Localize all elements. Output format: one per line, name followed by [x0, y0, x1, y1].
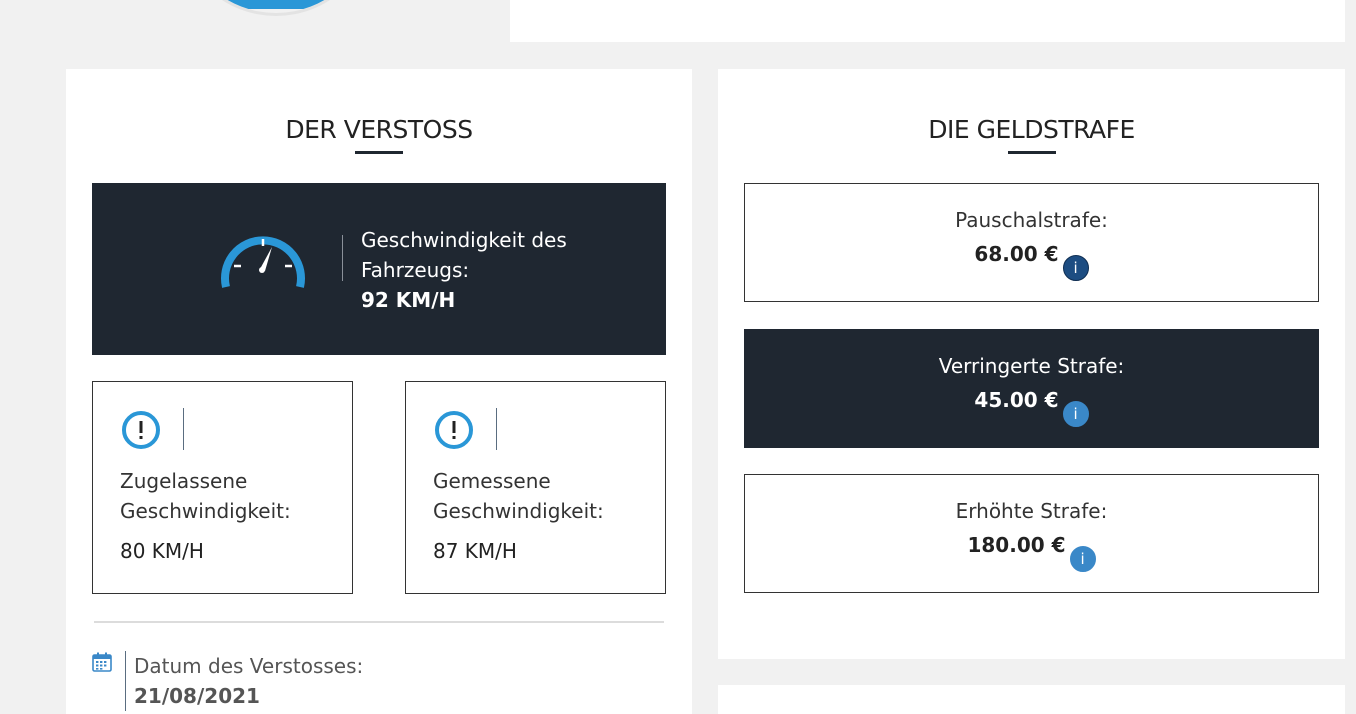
info-icon[interactable]: i — [1069, 546, 1096, 572]
speedometer-icon — [221, 236, 305, 288]
box-divider — [183, 408, 184, 450]
reduced-fine-value-row: 45.00 €i — [745, 388, 1318, 427]
vehicle-speed-value: 92 KM/H — [361, 288, 456, 312]
allowed-speed-value: 80 KM/H — [120, 539, 204, 563]
violation-title: DER VERSTOSS — [285, 115, 473, 144]
reduced-fine-label: Verringerte Strafe: — [938, 354, 1125, 378]
violation-title-underline — [355, 151, 403, 154]
measured-speed-label-1: Gemessene — [433, 469, 551, 493]
reduced-fine-value: 45.00 € — [974, 388, 1059, 412]
calendar-icon — [92, 652, 112, 672]
measured-speed-value: 87 KM/H — [433, 539, 517, 563]
next-card-partial — [718, 685, 1345, 714]
box-divider — [496, 408, 497, 450]
violation-date-label: Datum des Verstosses: — [134, 654, 364, 678]
info-icon[interactable]: i — [1062, 255, 1089, 281]
fine-title-underline — [1007, 151, 1056, 154]
allowed-speed-label: Zugelassene Geschwindigkeit: — [120, 466, 291, 526]
increased-fine-value: 180.00 € — [967, 533, 1066, 557]
increased-fine-value-row: 180.00 €i — [745, 533, 1318, 572]
vehicle-speed-label-2: Fahrzeugs: — [361, 258, 470, 282]
flat-fine-value: 68.00 € — [974, 242, 1059, 266]
fine-card: DIE GELDSTRAFE Pauschalstrafe: 68.00 €i … — [718, 69, 1345, 659]
measured-speed-label-2: Geschwindigkeit: — [433, 499, 604, 523]
exclamation-circle-icon — [122, 411, 160, 449]
measured-speed-label: Gemessene Geschwindigkeit: — [433, 466, 604, 526]
flat-fine-box: Pauschalstrafe: 68.00 €i — [744, 183, 1319, 302]
violation-date-value: 21/08/2021 — [134, 684, 260, 708]
vehicle-speed-text: Geschwindigkeit des Fahrzeugs: 92 KM/H — [361, 225, 567, 315]
date-divider — [125, 651, 126, 711]
flat-fine-label: Pauschalstrafe: — [955, 208, 1108, 232]
section-divider — [94, 621, 664, 623]
logo-partial — [182, 0, 370, 16]
flat-fine-value-row: 68.00 €i — [745, 242, 1318, 281]
allowed-speed-label-1: Zugelassene — [120, 469, 248, 493]
vehicle-speed-label-1: Geschwindigkeit des — [361, 228, 567, 252]
fine-title: DIE GELDSTRAFE — [928, 115, 1135, 144]
violation-card: DER VERSTOSS Geschwindigkeit des Fahrzeu… — [66, 69, 692, 714]
vehicle-speed-banner: Geschwindigkeit des Fahrzeugs: 92 KM/H — [92, 183, 666, 355]
top-right-card — [510, 0, 1345, 42]
increased-fine-label: Erhöhte Strafe: — [955, 499, 1108, 523]
measured-speed-box: Gemessene Geschwindigkeit: 87 KM/H — [405, 381, 666, 594]
banner-divider — [342, 235, 343, 281]
allowed-speed-label-2: Geschwindigkeit: — [120, 499, 291, 523]
reduced-fine-box: Verringerte Strafe: 45.00 €i — [744, 329, 1319, 448]
exclamation-circle-icon — [435, 411, 473, 449]
allowed-speed-box: Zugelassene Geschwindigkeit: 80 KM/H — [92, 381, 353, 594]
increased-fine-box: Erhöhte Strafe: 180.00 €i — [744, 474, 1319, 593]
info-icon[interactable]: i — [1062, 401, 1089, 427]
